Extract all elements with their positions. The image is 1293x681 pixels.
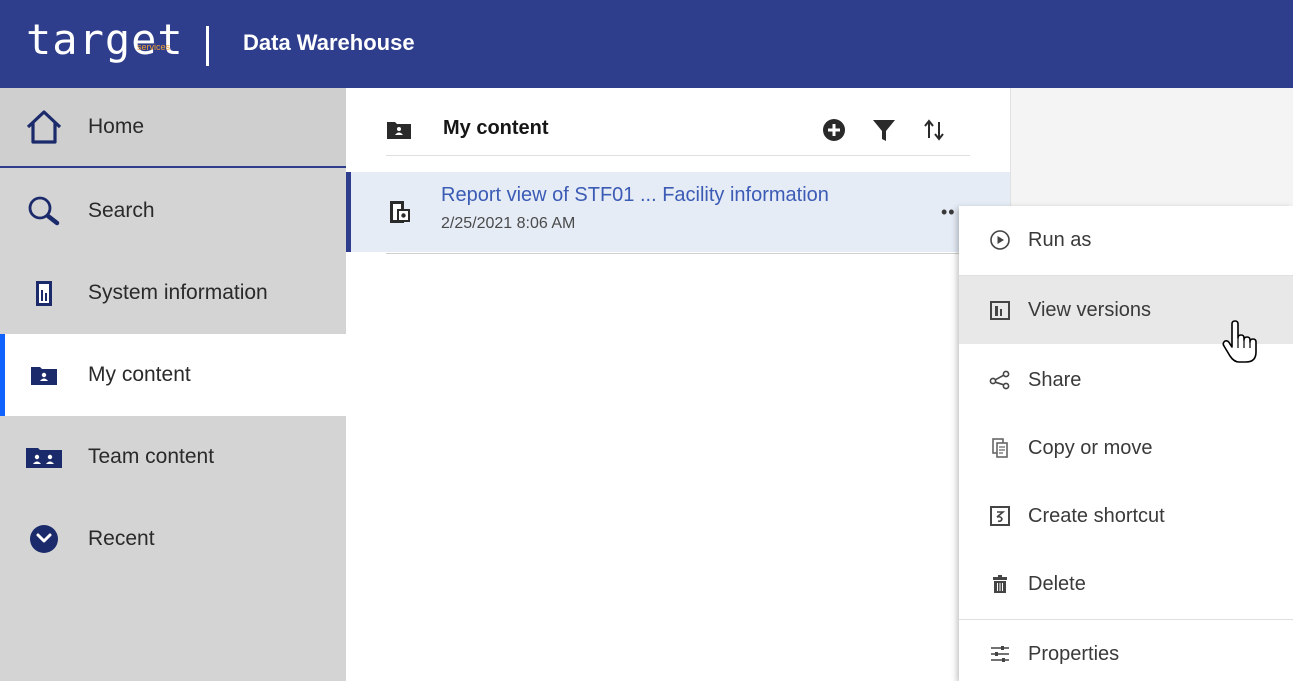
add-icon xyxy=(823,119,845,141)
content-panel: My content Report view of STF01 ... Faci… xyxy=(346,88,1010,681)
content-header: My content xyxy=(386,102,970,156)
menu-item-label: Delete xyxy=(1028,572,1086,595)
clock-icon xyxy=(22,517,66,561)
search-icon xyxy=(22,189,66,233)
sidebar-nav: Home Search System information My conten… xyxy=(0,88,346,681)
filter-button[interactable] xyxy=(870,116,898,144)
item-modified-date: 2/25/2021 8:06 AM xyxy=(441,215,576,232)
context-menu: Run as View versions Share Copy or move … xyxy=(959,206,1293,681)
sidebar-item-label: Home xyxy=(88,115,145,138)
sliders-icon xyxy=(989,643,1011,665)
row-divider xyxy=(386,253,970,254)
sidebar-item-label: My content xyxy=(88,363,191,386)
page-title: My content xyxy=(443,117,549,139)
sidebar-item-team-content[interactable]: Team content xyxy=(0,416,346,498)
filter-icon xyxy=(873,120,895,141)
home-icon xyxy=(22,105,66,149)
menu-item-properties[interactable]: Properties xyxy=(959,620,1293,681)
app-title: Data Warehouse xyxy=(243,30,415,55)
hand-cursor-icon xyxy=(1222,320,1257,363)
app-header: target services Data Warehouse xyxy=(0,0,1293,88)
menu-item-label: Copy or move xyxy=(1028,436,1153,459)
sidebar-item-label: Search xyxy=(88,199,155,222)
menu-item-label: Create shortcut xyxy=(1028,504,1165,527)
add-button[interactable] xyxy=(820,116,848,144)
menu-item-create-shortcut[interactable]: Create shortcut xyxy=(959,482,1293,550)
report-view-icon xyxy=(388,199,412,230)
trash-icon xyxy=(989,573,1011,595)
sort-button[interactable] xyxy=(920,116,948,144)
logo-text: target xyxy=(26,15,184,64)
menu-item-copy-or-move[interactable]: Copy or move xyxy=(959,414,1293,482)
shortcut-icon xyxy=(989,505,1011,527)
content-list-item[interactable]: Report view of STF01 ... Facility inform… xyxy=(346,172,1010,252)
sidebar-item-my-content[interactable]: My content xyxy=(0,334,346,416)
play-circle-icon xyxy=(989,229,1011,251)
menu-item-delete[interactable]: Delete xyxy=(959,550,1293,618)
my-folder-icon xyxy=(386,118,412,147)
team-folder-icon xyxy=(22,435,66,479)
copy-icon xyxy=(989,437,1011,459)
sidebar-item-home[interactable]: Home xyxy=(0,88,346,168)
sidebar-item-system-information[interactable]: System information xyxy=(0,252,346,334)
sort-icon xyxy=(924,119,944,141)
sidebar-item-label: System information xyxy=(88,281,268,304)
menu-item-label: View versions xyxy=(1028,298,1152,321)
sidebar-item-recent[interactable]: Recent xyxy=(0,498,346,580)
menu-item-label: Run as xyxy=(1028,228,1092,251)
logo-subtext: services xyxy=(137,42,171,52)
share-icon xyxy=(989,369,1011,391)
sidebar-item-label: Recent xyxy=(88,527,155,550)
my-folder-icon xyxy=(22,353,66,397)
sidebar-item-search[interactable]: Search xyxy=(0,170,346,252)
menu-item-label: Properties xyxy=(1028,642,1120,665)
menu-item-run-as[interactable]: Run as xyxy=(959,206,1293,274)
more-actions-button[interactable]: •• xyxy=(941,202,956,223)
item-title-link[interactable]: Report view of STF01 ... Facility inform… xyxy=(441,184,829,207)
versions-icon xyxy=(989,299,1011,321)
logo-divider xyxy=(206,26,209,66)
menu-item-label: Share xyxy=(1028,368,1082,391)
sidebar-item-label: Team content xyxy=(88,445,215,468)
report-icon xyxy=(22,271,66,315)
